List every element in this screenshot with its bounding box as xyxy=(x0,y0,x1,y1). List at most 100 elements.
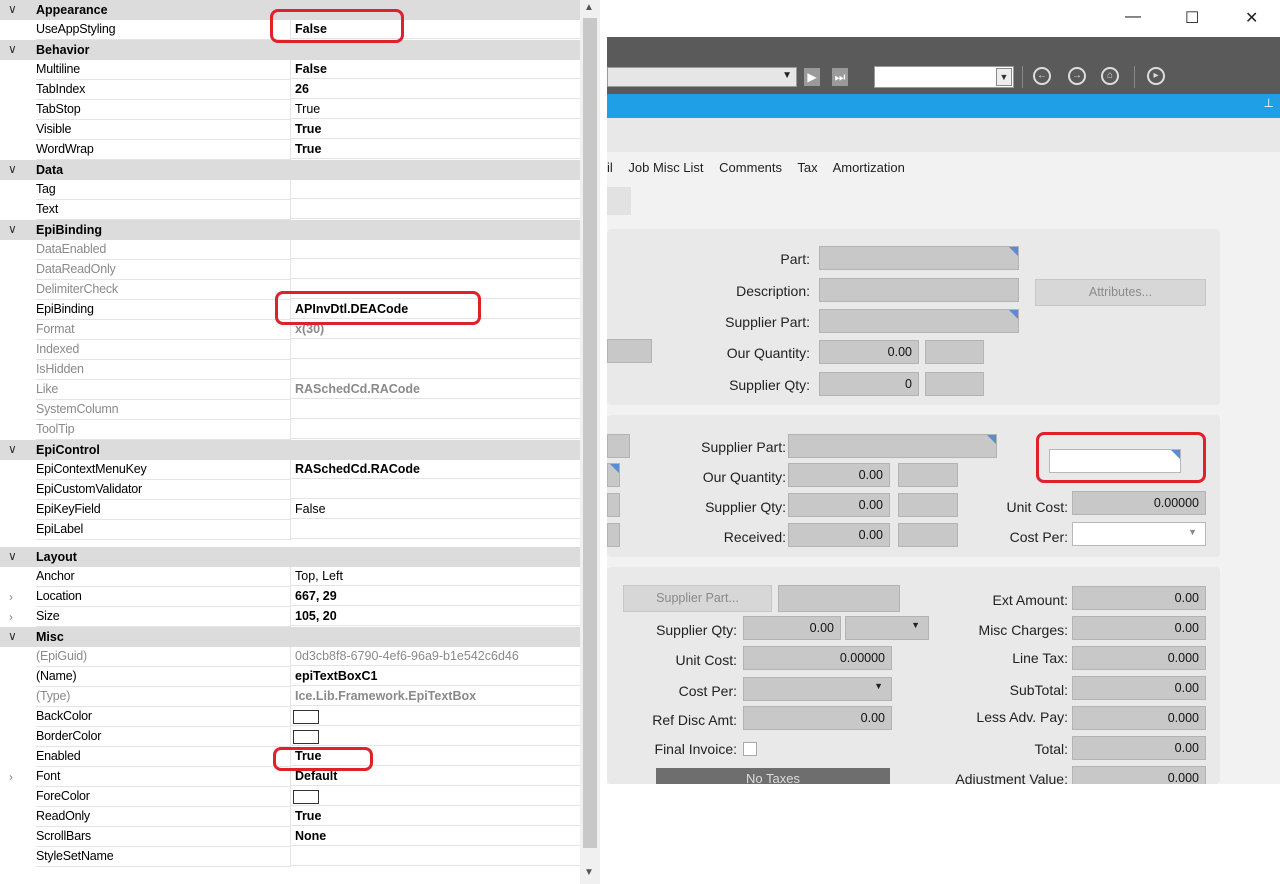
category-epicontrol[interactable]: ∨ EpiControl xyxy=(0,440,580,460)
property-value[interactable] xyxy=(291,180,580,199)
property-row[interactable]: IsHidden xyxy=(0,360,580,380)
property-row[interactable]: WordWrap True xyxy=(0,140,580,160)
cost-per-dropdown[interactable]: ▼ xyxy=(743,677,892,701)
supplier-qty-field[interactable]: 0.00 xyxy=(743,616,841,640)
property-value[interactable]: True xyxy=(291,140,580,159)
left-field[interactable] xyxy=(607,339,652,363)
color-swatch[interactable] xyxy=(293,729,319,744)
property-grid-scrollbar[interactable]: ▲ ▼ xyxy=(580,0,600,884)
chevron-down-icon[interactable]: ∨ xyxy=(8,2,17,16)
unit-cost-field[interactable]: 0.00000 xyxy=(743,646,892,670)
left-field[interactable] xyxy=(607,434,630,458)
key-combo[interactable]: ▼ xyxy=(607,67,797,87)
color-swatch[interactable] xyxy=(293,709,319,724)
property-value[interactable]: False xyxy=(291,60,580,79)
chevron-right-icon[interactable]: › xyxy=(9,610,13,624)
property-row[interactable]: Text xyxy=(0,200,580,220)
property-row[interactable]: EpiLabel xyxy=(0,520,580,540)
supplier-qty-uom[interactable] xyxy=(898,493,958,517)
property-value[interactable]: 26 xyxy=(291,80,580,99)
property-value[interactable]: True xyxy=(291,120,580,139)
line-tax-field[interactable]: 0.000 xyxy=(1072,646,1206,670)
left-field[interactable] xyxy=(607,463,620,487)
cost-per-dropdown[interactable]: ▼ xyxy=(1072,522,1206,546)
scroll-down-icon[interactable]: ▼ xyxy=(584,867,594,878)
property-row[interactable]: Tag xyxy=(0,180,580,200)
property-row[interactable]: BackColor xyxy=(0,707,580,727)
property-value[interactable] xyxy=(291,727,580,746)
property-row[interactable]: SystemColumn xyxy=(0,400,580,420)
property-value[interactable]: True xyxy=(291,100,580,119)
property-value[interactable] xyxy=(291,847,580,866)
close-button[interactable]: ✕ xyxy=(1245,8,1258,28)
maximize-button[interactable]: ☐ xyxy=(1185,8,1199,28)
subtotal-field[interactable]: 0.00 xyxy=(1072,676,1206,700)
property-value[interactable] xyxy=(291,260,580,279)
tab-job-misc-list[interactable]: Job Misc List xyxy=(628,160,703,175)
misc-charges-field[interactable]: 0.00 xyxy=(1072,616,1206,640)
tool-icon[interactable] xyxy=(607,187,631,215)
property-row[interactable]: › Size 105, 20 xyxy=(0,607,580,627)
property-value[interactable] xyxy=(291,240,580,259)
chevron-down-icon[interactable]: ∨ xyxy=(8,549,17,563)
chevron-down-icon[interactable]: ∨ xyxy=(8,162,17,176)
supplier-part-field[interactable] xyxy=(819,309,1019,333)
tab-tax[interactable]: Tax xyxy=(797,160,817,175)
supplier-part-field[interactable] xyxy=(788,434,997,458)
property-row[interactable]: ReadOnly True xyxy=(0,807,580,827)
final-invoice-checkbox[interactable] xyxy=(743,742,757,756)
chevron-right-icon[interactable]: › xyxy=(9,590,13,604)
our-quantity-field[interactable]: 0.00 xyxy=(819,340,919,364)
property-row[interactable]: (EpiGuid) 0d3cb8f8-6790-4ef6-96a9-b1e542c… xyxy=(0,647,580,667)
next-record-icon[interactable]: ▶ xyxy=(804,68,820,86)
our-quantity-uom[interactable] xyxy=(925,340,984,364)
tab-amortization[interactable]: Amortization xyxy=(833,160,905,175)
property-row[interactable]: TabIndex 26 xyxy=(0,80,580,100)
adjustment-value-field[interactable]: 0.000 xyxy=(1072,766,1206,784)
category-data[interactable]: ∨ Data xyxy=(0,160,580,180)
property-row[interactable]: DataReadOnly xyxy=(0,260,580,280)
property-row[interactable]: ScrollBars None xyxy=(0,827,580,847)
property-value[interactable]: epiTextBoxC1 xyxy=(291,667,580,686)
left-field[interactable] xyxy=(607,523,620,547)
property-value[interactable]: Top, Left xyxy=(291,567,580,586)
property-row[interactable]: Multiline False xyxy=(0,60,580,80)
property-value[interactable]: 667, 29 xyxy=(291,587,580,606)
property-row[interactable]: › Location 667, 29 xyxy=(0,587,580,607)
unit-cost-field[interactable]: 0.00000 xyxy=(1072,491,1206,515)
supplier-qty-uom[interactable] xyxy=(925,372,984,396)
property-value[interactable] xyxy=(291,400,580,419)
pin-icon[interactable]: ⊥ xyxy=(1264,96,1274,110)
property-value[interactable] xyxy=(291,200,580,219)
property-row[interactable]: EpiKeyField False xyxy=(0,500,580,520)
property-row[interactable]: BorderColor xyxy=(0,727,580,747)
last-record-icon[interactable]: ⏭ xyxy=(832,68,848,86)
total-field[interactable]: 0.00 xyxy=(1072,736,1206,760)
supplier-part-field[interactable] xyxy=(778,585,900,612)
category-layout[interactable]: ∨ Layout xyxy=(0,547,580,567)
property-value[interactable] xyxy=(291,480,580,499)
play-icon[interactable]: ▸ xyxy=(1147,67,1165,85)
scroll-up-icon[interactable]: ▲ xyxy=(584,2,594,13)
our-quantity-field[interactable]: 0.00 xyxy=(788,463,890,487)
received-field[interactable]: 0.00 xyxy=(788,523,890,547)
property-value[interactable]: None xyxy=(291,827,580,846)
tab-comments[interactable]: Comments xyxy=(719,160,782,175)
property-value[interactable] xyxy=(291,707,580,726)
property-row[interactable]: (Type) Ice.Lib.Framework.EpiTextBox xyxy=(0,687,580,707)
chevron-down-icon[interactable]: ∨ xyxy=(8,42,17,56)
nav-combo[interactable]: ▼ xyxy=(874,66,1014,88)
description-field[interactable] xyxy=(819,278,1019,302)
property-value[interactable]: 0d3cb8f8-6790-4ef6-96a9-b1e542c6d46 xyxy=(291,647,580,666)
home-icon[interactable]: ⌂ xyxy=(1101,67,1119,85)
property-row[interactable]: (Name) epiTextBoxC1 xyxy=(0,667,580,687)
no-taxes-button[interactable]: No Taxes xyxy=(656,768,890,784)
ext-amount-field[interactable]: 0.00 xyxy=(1072,586,1206,610)
property-value[interactable]: Ice.Lib.Framework.EpiTextBox xyxy=(291,687,580,706)
property-row[interactable]: EpiCustomValidator xyxy=(0,480,580,500)
property-row[interactable]: TabStop True xyxy=(0,100,580,120)
category-epibinding[interactable]: ∨ EpiBinding xyxy=(0,220,580,240)
property-value[interactable] xyxy=(291,520,580,539)
property-row[interactable]: EpiContextMenuKey RASchedCd.RACode xyxy=(0,460,580,480)
back-icon[interactable]: ← xyxy=(1033,67,1051,85)
